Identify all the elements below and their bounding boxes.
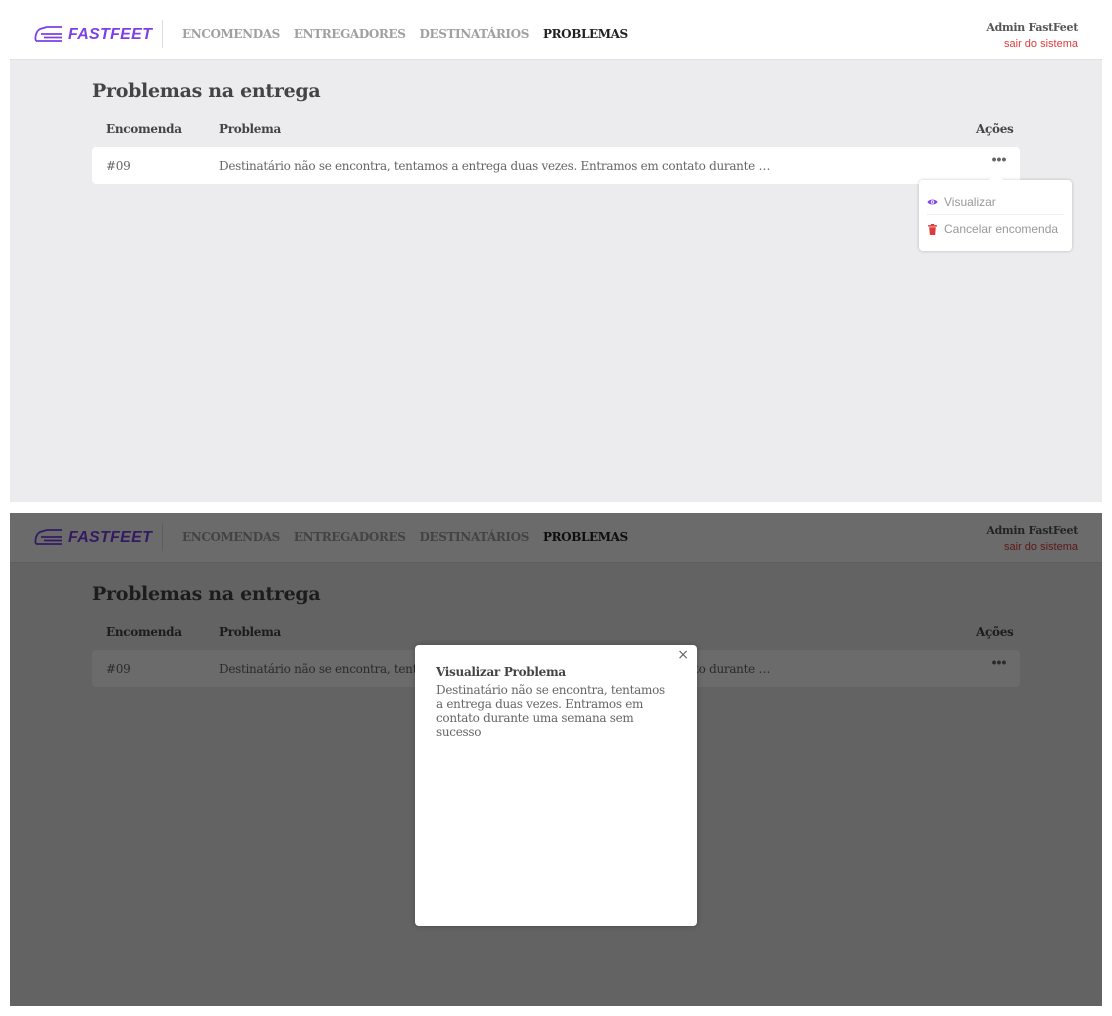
problems-screen-modal-open: FASTFEET ENCOMENDAS ENTREGADORES DESTINA… — [10, 513, 1102, 1006]
menu-separator — [927, 214, 1064, 215]
truck-logo-icon — [34, 26, 62, 42]
menu-item-label: Visualizar — [944, 195, 996, 209]
row-order-id: #09 — [106, 159, 131, 173]
trash-icon — [928, 223, 937, 235]
header-divider — [162, 20, 163, 48]
nav-encomendas[interactable]: ENCOMENDAS — [182, 27, 280, 41]
logo[interactable]: FASTFEET — [32, 24, 152, 46]
close-icon[interactable]: × — [677, 647, 689, 663]
column-header-problema: Problema — [219, 122, 282, 136]
menu-item-label: Cancelar encomenda — [944, 222, 1059, 236]
problems-screen-menu-open: FASTFEET ENCOMENDAS ENTREGADORES DESTINA… — [10, 10, 1102, 502]
dropdown-arrow — [989, 173, 1003, 180]
menu-item-visualizar[interactable]: Visualizar — [927, 191, 1064, 213]
main-nav: ENCOMENDAS ENTREGADORES DESTINATÁRIOS PR… — [182, 27, 628, 41]
nav-entregadores[interactable]: ENTREGADORES — [294, 27, 406, 41]
modal-problem-text: Destinatário não se encontra, tentamos a… — [436, 683, 665, 739]
nav-destinatarios[interactable]: DESTINATÁRIOS — [419, 27, 529, 41]
user-name: Admin FastFeet — [986, 21, 1078, 34]
table-row: #09 Destinatário não se encontra, tentam… — [92, 147, 1020, 184]
menu-item-cancelar-encomenda[interactable]: Cancelar encomenda — [927, 218, 1064, 240]
row-problem-text: Destinatário não se encontra, tentamos a… — [219, 159, 771, 173]
nav-problemas[interactable]: PROBLEMAS — [543, 27, 628, 41]
actions-dropdown: Visualizar Cancelar encomenda — [919, 173, 1072, 251]
eye-icon — [927, 199, 938, 205]
problem-modal: × Visualizar Problema Destinatário não s… — [415, 645, 697, 926]
logo-text: FASTFEET — [68, 26, 153, 43]
row-actions-button[interactable]: ••• — [988, 152, 1010, 172]
app-header: FASTFEET ENCOMENDAS ENTREGADORES DESTINA… — [10, 10, 1102, 60]
column-header-encomenda: Encomenda — [106, 122, 182, 136]
column-header-acoes: Ações — [976, 122, 1014, 136]
page-title: Problemas na entrega — [92, 80, 321, 102]
modal-title: Visualizar Problema — [436, 665, 566, 679]
logout-link[interactable]: sair do sistema — [986, 36, 1078, 52]
user-area: Admin FastFeet sair do sistema — [986, 20, 1078, 52]
